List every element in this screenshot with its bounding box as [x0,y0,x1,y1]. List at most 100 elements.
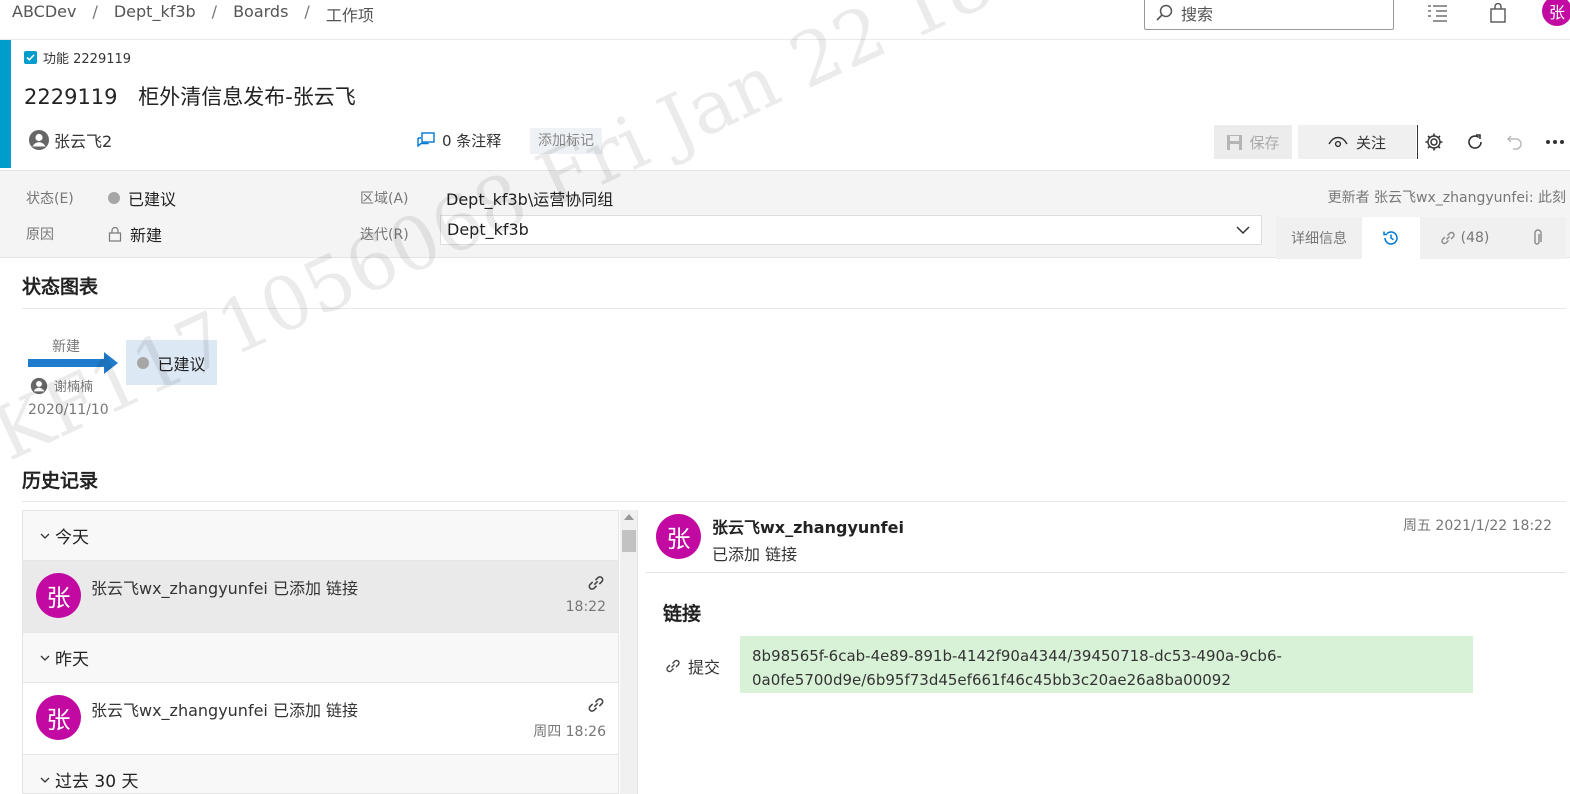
history-item[interactable]: 张 张云飞wx_zhangyunfei 已添加 链接 周四 18:26 [23,683,618,755]
more-actions-icon[interactable] [1544,130,1566,154]
history-scrollbar[interactable] [620,510,638,794]
link-icon [666,659,680,673]
scrollbar-thumb[interactable] [622,530,636,552]
avatar: 张 [36,573,81,618]
iteration-value: Dept_kf3b [447,220,529,239]
paperclip-icon [1534,229,1542,245]
state-change-user-name: 谢楠楠 [54,380,94,395]
add-tag-button[interactable]: 添加标记 [530,128,602,154]
section-divider [646,572,1566,573]
state-label: 状态(E) [26,191,74,207]
tab-details[interactable]: 详细信息 [1276,217,1362,259]
link-icon [1440,231,1455,245]
gear-icon[interactable] [1423,130,1445,154]
tab-links-count: (48) [1460,230,1490,246]
person-icon [29,130,49,150]
reason-value: 新建 [130,226,163,245]
link-type-label: 提交 [688,658,721,677]
breadcrumb-project[interactable]: Dept_kf3b [114,2,196,26]
history-group-yesterday[interactable]: 昨天 [23,633,618,683]
lock-icon [108,226,122,242]
tab-details-label: 详细信息 [1291,231,1347,247]
undo-icon[interactable] [1504,130,1526,154]
work-item-type-label: 功能 2229119 [43,52,132,67]
updated-by: 更新者 张云飞wx_zhangyunfei: 此刻 [1327,190,1566,206]
search-placeholder: 搜索 [1181,5,1214,24]
comments-count: 0 条注释 [442,132,502,150]
state-dot-icon [108,192,120,204]
history-item-text: 张云飞wx_zhangyunfei 已添加 链接 [91,579,359,598]
link-icon [588,576,604,590]
work-item-color-bar [0,40,11,168]
tab-links[interactable]: (48) [1420,217,1508,259]
tab-attachments[interactable] [1508,217,1566,259]
detail-tabs: 详细信息 (48) [1276,217,1566,259]
history-detail-author: 张云飞wx_zhangyunfei [712,518,904,537]
area-label: 区域(A) [360,191,409,207]
chevron-down-icon [40,777,50,783]
comments-link[interactable]: 0 条注释 [416,130,501,151]
history-group-label: 今天 [55,528,89,548]
tab-history[interactable] [1362,217,1420,259]
history-heading: 历史记录 [22,470,99,492]
history-group-today[interactable]: 今天 [23,511,618,561]
assignee-field[interactable]: 张云飞2 [28,128,112,152]
state-change-user: 谢楠楠 [30,376,93,395]
marketplace-bag-icon[interactable] [1486,2,1510,24]
links-section-heading: 链接 [663,603,702,625]
state-dot-icon [137,356,150,369]
state-chart-heading: 状态图表 [22,276,99,298]
work-item-type: 功能 2229119 [24,48,131,67]
state-node: 已建议 [126,340,217,385]
breadcrumb-workitems[interactable]: 工作项 [326,2,374,26]
person-icon [30,377,48,394]
commit-line-2: 0a0fe5700d9e/6b95f73d45ef661f46c45bb3c20… [752,671,1231,689]
section-divider [22,308,1566,309]
save-label: 保存 [1249,133,1280,152]
reason-field: 新建 [108,222,162,246]
link-type: 提交 [664,654,720,678]
history-item[interactable]: 张 张云飞wx_zhangyunfei 已添加 链接 18:22 [23,561,618,633]
chevron-down-icon [40,655,50,661]
user-avatar[interactable]: 张 [1542,0,1570,26]
save-icon [1227,134,1243,150]
breadcrumb-separator: / [211,2,218,21]
history-item-text: 张云飞wx_zhangyunfei 已添加 链接 [91,701,359,720]
breadcrumb: ABCDev / Dept_kf3b / Boards / 工作项 [12,2,374,26]
history-group-past-30-days[interactable]: 过去 30 天 [23,755,618,793]
assignee-name: 张云飞2 [54,132,113,151]
state-node-label: 已建议 [157,354,206,374]
breadcrumb-boards[interactable]: Boards [233,2,288,26]
work-item-title-text: 柜外清信息发布-张云飞 [138,85,356,109]
state-value: 已建议 [128,190,177,209]
area-field[interactable]: Dept_kf3b\运营协同组 [446,186,613,210]
iteration-dropdown[interactable]: Dept_kf3b [440,215,1262,245]
follow-button[interactable]: 关注 [1298,125,1416,159]
history-item-time: 18:22 [565,599,606,615]
avatar: 张 [36,695,81,740]
work-item-title[interactable]: 2229119 柜外清信息发布-张云飞 [24,81,356,111]
history-icon [1383,231,1398,245]
save-button[interactable]: 保存 [1214,125,1292,159]
chevron-down-icon [40,533,50,539]
commit-link[interactable]: 8b98565f-6cab-4e89-891b-4142f90a4344/394… [740,636,1473,693]
history-detail-date: 周五 2021/1/22 18:22 [1402,518,1552,534]
state-dropdown[interactable]: 已建议 [108,186,176,210]
work-item-id: 2229119 [24,85,118,109]
top-bar: ABCDev / Dept_kf3b / Boards / 工作项 搜索 张 [0,0,1570,40]
feature-icon [24,51,37,64]
history-list: 今天 张 张云飞wx_zhangyunfei 已添加 链接 18:22 昨天 张… [22,510,619,794]
list-settings-icon[interactable] [1426,2,1450,24]
toolbar-divider [1417,125,1418,159]
follow-label: 关注 [1355,133,1386,152]
work-item-fields: 状态(E) 已建议 原因 新建 区域(A) Dept_kf3b\运营协同组 迭代… [0,170,1570,259]
state-transition-arrow-icon [28,352,118,374]
history-detail-action: 已添加 链接 [712,545,798,564]
history-group-label: 过去 30 天 [55,772,139,792]
refresh-icon[interactable] [1464,130,1486,154]
search-input[interactable]: 搜索 [1144,0,1394,30]
breadcrumb-org[interactable]: ABCDev [12,2,76,26]
scroll-up-icon[interactable] [624,514,634,520]
comment-icon [417,131,435,147]
breadcrumb-separator: / [92,2,98,21]
